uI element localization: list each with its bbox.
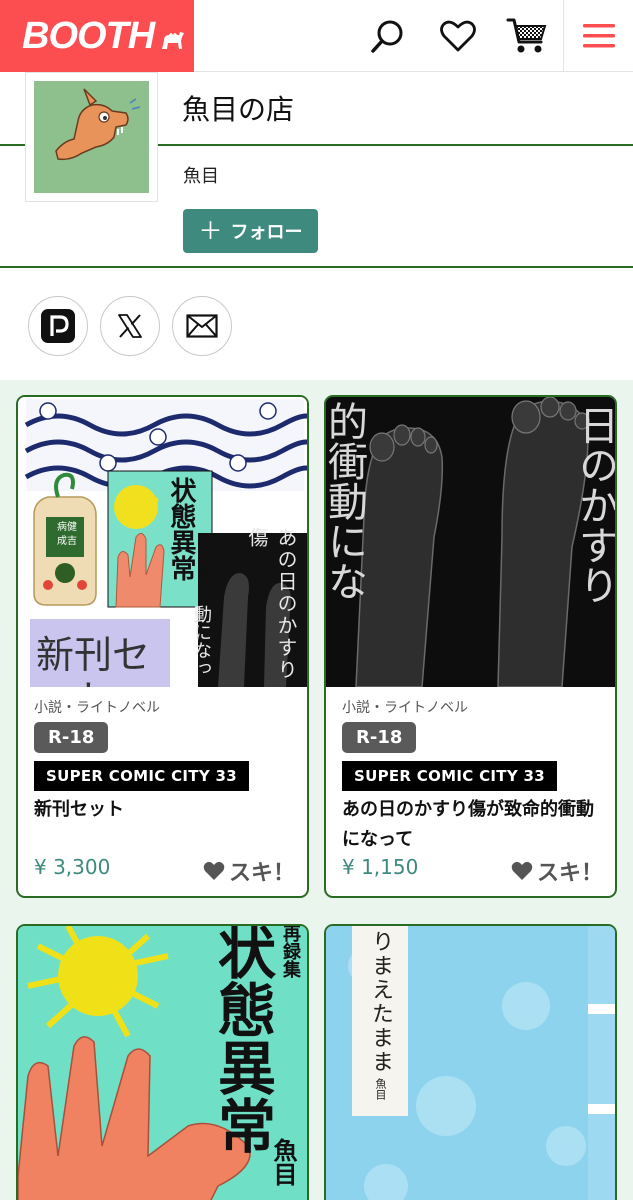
- product-card[interactable]: 的衝動にな 日のかすり 小説・ライトノベル R-18 SUPER COMIC C…: [324, 395, 617, 898]
- heart-icon: [511, 861, 533, 880]
- product-card[interactable]: りまえたまま 魚目: [324, 924, 617, 1200]
- shop-owner-name[interactable]: 魚目: [183, 162, 219, 188]
- cover-author: 魚目: [374, 1078, 387, 1100]
- like-button[interactable]: スキ！: [511, 855, 603, 887]
- set-card-text: 新刊セット: [36, 633, 151, 687]
- avatar-image: [34, 81, 149, 193]
- shop-avatar[interactable]: [25, 72, 158, 202]
- cover-vertical-text-2: 日のかすり: [572, 405, 615, 605]
- plus-icon: ＋: [198, 217, 223, 245]
- rating-badge: R-18: [34, 722, 109, 753]
- follow-label: フォロー: [230, 222, 303, 243]
- omamori-text: 病健 成吉: [57, 522, 77, 547]
- like-label: スキ！: [228, 861, 295, 886]
- x-link[interactable]: [100, 296, 160, 356]
- rating-badge: R-18: [342, 722, 417, 753]
- cover-title: 状態異常: [208, 926, 276, 1154]
- app-header: BOOTH: [0, 0, 633, 72]
- product-image[interactable]: 状態異常 再録集 魚目 青: [18, 926, 307, 1200]
- heart-icon: [203, 861, 225, 880]
- heart-icon[interactable]: [436, 14, 480, 58]
- camel-icon: [162, 32, 185, 49]
- pixiv-link[interactable]: [28, 296, 88, 356]
- menu-button[interactable]: [563, 0, 633, 72]
- mail-link[interactable]: [172, 296, 232, 356]
- cover-side-text: 再録集: [280, 926, 301, 978]
- product-card[interactable]: 状態異常 再録集 魚目 青: [16, 924, 309, 1200]
- cover-vertical-text-2: 動になっ: [191, 605, 212, 677]
- follow-button[interactable]: ＋ フォロー: [183, 209, 318, 253]
- cart-icon[interactable]: [505, 14, 549, 58]
- product-image[interactable]: あの日のかすり傷 動になっ 状態異常 魚目 病健 成吉 新刊セット: [18, 397, 307, 687]
- product-category[interactable]: 小説・ライトノベル: [34, 697, 160, 717]
- cover-author: 魚目: [198, 563, 211, 585]
- product-price: ¥ 1,150: [342, 855, 419, 879]
- like-label: スキ！: [536, 861, 603, 886]
- divider: [0, 266, 633, 268]
- event-badge[interactable]: SUPER COMIC CITY 33: [342, 761, 557, 791]
- product-title[interactable]: あの日のかすり傷が致命的衝動になって: [342, 795, 607, 855]
- event-badge[interactable]: SUPER COMIC CITY 33: [34, 761, 249, 791]
- product-price: ¥ 3,300: [34, 855, 111, 879]
- product-image[interactable]: 的衝動にな 日のかすり: [326, 397, 615, 687]
- x-icon: [118, 314, 142, 338]
- logo-text: BOOTH: [22, 14, 155, 57]
- cover-title: りまえたまま: [368, 930, 393, 1074]
- product-category[interactable]: 小説・ライトノベル: [342, 697, 468, 717]
- like-button[interactable]: スキ！: [203, 855, 295, 887]
- product-title[interactable]: 新刊セット: [34, 795, 299, 825]
- search-icon[interactable]: [366, 14, 410, 58]
- cover-title: 状態異常: [166, 477, 196, 581]
- shop-title: 魚目の店: [182, 93, 295, 126]
- booth-logo[interactable]: BOOTH: [0, 0, 194, 72]
- mail-icon: [186, 314, 218, 338]
- cover-vertical-text: あの日のかすり傷: [245, 527, 298, 681]
- cover-author: 魚目: [269, 1138, 297, 1186]
- menu-icon: [582, 24, 615, 48]
- pixiv-icon: [41, 309, 75, 343]
- product-card[interactable]: あの日のかすり傷 動になっ 状態異常 魚目 病健 成吉 新刊セット 小説・ライト…: [16, 395, 309, 898]
- product-image[interactable]: りまえたまま 魚目: [326, 926, 615, 1200]
- cover-vertical-text: 的衝動にな: [326, 401, 367, 601]
